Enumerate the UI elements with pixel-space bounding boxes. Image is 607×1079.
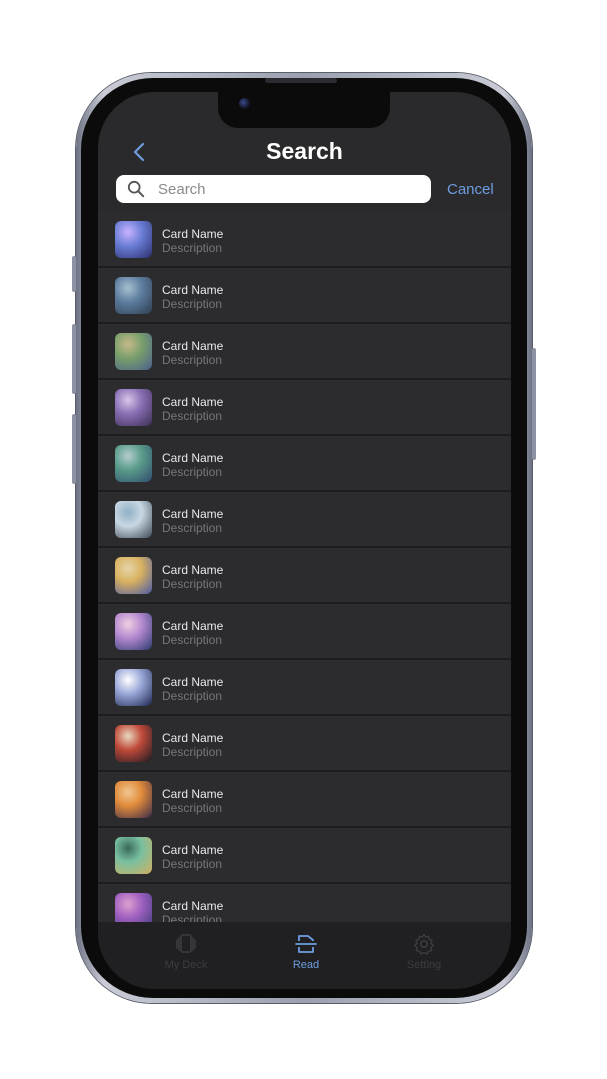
card-description: Description bbox=[162, 913, 223, 922]
list-item[interactable]: Card Name Description bbox=[98, 884, 511, 922]
card-thumbnail bbox=[115, 781, 152, 818]
notch bbox=[218, 92, 390, 128]
search-bar[interactable] bbox=[116, 175, 431, 203]
card-description: Description bbox=[162, 745, 223, 759]
list-item[interactable]: Card Name Description bbox=[98, 660, 511, 716]
card-description: Description bbox=[162, 409, 223, 423]
card-description: Description bbox=[162, 801, 223, 815]
card-name: Card Name bbox=[162, 843, 224, 857]
mute-switch bbox=[72, 256, 76, 292]
card-name: Card Name bbox=[162, 451, 224, 465]
card-name: Card Name bbox=[162, 619, 224, 633]
volume-up-button bbox=[72, 324, 76, 394]
card-name: Card Name bbox=[162, 507, 224, 521]
card-thumbnail bbox=[115, 389, 152, 426]
card-description: Description bbox=[162, 297, 223, 311]
card-description: Description bbox=[162, 353, 223, 367]
card-name: Card Name bbox=[162, 731, 224, 745]
card-thumbnail bbox=[115, 725, 152, 762]
tab-label: My Deck bbox=[164, 959, 208, 971]
tab-read[interactable]: Read bbox=[256, 932, 356, 971]
search-icon bbox=[127, 180, 145, 198]
card-description: Description bbox=[162, 241, 223, 255]
card-thumbnail bbox=[115, 893, 152, 922]
page-title: Search bbox=[266, 138, 343, 164]
cancel-button[interactable]: Cancel bbox=[447, 181, 494, 198]
gear-icon bbox=[413, 933, 435, 955]
card-thumbnail bbox=[115, 445, 152, 482]
card-thumbnail bbox=[115, 613, 152, 650]
list-item[interactable]: Card Name Description bbox=[98, 828, 511, 884]
list-item[interactable]: Card Name Description bbox=[98, 324, 511, 380]
list-item[interactable]: Card Name Description bbox=[98, 268, 511, 324]
card-name: Card Name bbox=[162, 563, 224, 577]
card-thumbnail bbox=[115, 669, 152, 706]
card-thumbnail bbox=[115, 557, 152, 594]
card-thumbnail bbox=[115, 837, 152, 874]
card-description: Description bbox=[162, 577, 223, 591]
power-button bbox=[532, 348, 536, 460]
front-camera bbox=[239, 98, 250, 109]
card-name: Card Name bbox=[162, 227, 224, 241]
list-item[interactable]: Card Name Description bbox=[98, 772, 511, 828]
list-item[interactable]: Card Name Description bbox=[98, 212, 511, 268]
tab-my-deck[interactable]: My Deck bbox=[136, 932, 236, 971]
tab-setting[interactable]: Setting bbox=[374, 932, 474, 971]
tab-label: Setting bbox=[406, 959, 442, 971]
card-name: Card Name bbox=[162, 787, 224, 801]
tab-label: Read bbox=[292, 959, 320, 971]
card-name: Card Name bbox=[162, 339, 224, 353]
list-item[interactable]: Card Name Description bbox=[98, 380, 511, 436]
card-thumbnail bbox=[115, 501, 152, 538]
cards-stack-icon bbox=[176, 934, 196, 953]
card-thumbnail bbox=[115, 333, 152, 370]
card-name: Card Name bbox=[162, 899, 224, 913]
list-item[interactable]: Card Name Description bbox=[98, 716, 511, 772]
card-description: Description bbox=[162, 857, 223, 871]
list-item[interactable]: Card Name Description bbox=[98, 492, 511, 548]
list-item[interactable]: Card Name Description bbox=[98, 604, 511, 660]
card-thumbnail bbox=[115, 277, 152, 314]
search-input[interactable] bbox=[158, 175, 423, 203]
card-name: Card Name bbox=[162, 675, 224, 689]
card-name: Card Name bbox=[162, 395, 224, 409]
app-screen: Search Cancel Card NameDescriptionCard N… bbox=[98, 92, 511, 989]
tab-bar: My Deck Read Setting bbox=[98, 922, 511, 989]
card-thumbnail bbox=[115, 221, 152, 258]
results-list[interactable]: Card Name Description Card Name Description… bbox=[98, 212, 511, 922]
list-item[interactable]: Card Name Description bbox=[98, 436, 511, 492]
list-item[interactable]: Card Name Description bbox=[98, 548, 511, 604]
card-description: Description bbox=[162, 465, 223, 479]
earpiece-speaker bbox=[265, 78, 337, 83]
card-name: Card Name bbox=[162, 283, 224, 297]
scan-icon bbox=[295, 935, 317, 953]
card-description: Description bbox=[162, 689, 223, 703]
volume-down-button bbox=[72, 414, 76, 484]
card-description: Description bbox=[162, 633, 223, 647]
card-description: Description bbox=[162, 521, 223, 535]
